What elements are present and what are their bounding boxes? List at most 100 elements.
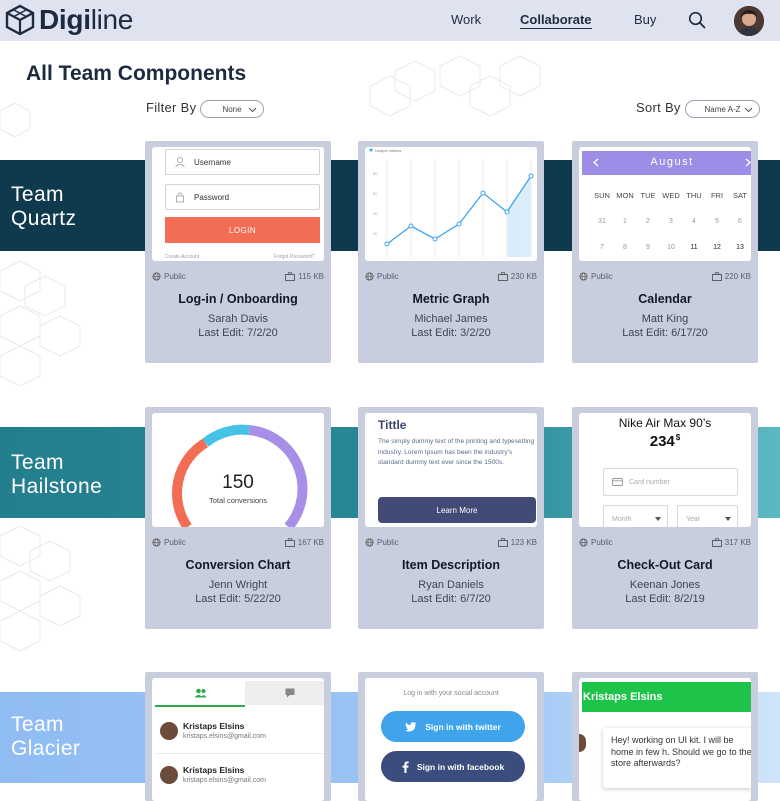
calendar-weekdays: SUN MON TUE WED THU FRI SAT (594, 191, 748, 200)
visibility-badge: Public (365, 538, 399, 547)
people-icon (194, 688, 207, 698)
page-title: All Team Components (26, 62, 247, 85)
line-chart-thumbnail: Unique visitors 80 60 40 20 (369, 148, 534, 257)
card-author: Keenan Jones (629, 579, 701, 591)
globe-icon (579, 538, 588, 547)
social-login-hint: Log in with your social account (403, 690, 499, 697)
calendar-header: August (582, 151, 751, 175)
chat-preview: Kristaps Elsins Hey! working on UI kit. … (579, 678, 751, 801)
chat-bubble-icon (285, 688, 295, 698)
card-title: Log-in / Onboarding (178, 292, 298, 306)
calendar-week-row: 7 8 9 10 11 12 13 (600, 244, 744, 251)
team-name-quartz: Team Quartz (11, 183, 77, 230)
team-name-hailstone: Team Hailstone (11, 451, 103, 498)
card-last-edit: Last Edit: 8/2/19 (625, 593, 705, 605)
contact-avatar (160, 766, 178, 784)
user-avatar[interactable] (734, 6, 764, 36)
card-author: Jenn Wright (208, 579, 268, 591)
tab-people (155, 681, 245, 707)
svg-text:60: 60 (373, 191, 378, 196)
file-size: 115 KB (285, 272, 324, 281)
conversion-value: 150 (222, 472, 254, 493)
create-account-link: Create Account (165, 254, 200, 260)
chat-message-bubble: Hey! working on UI kit. I will be home i… (603, 728, 751, 788)
user-icon (175, 156, 185, 168)
product-price: 234$ (649, 433, 681, 450)
component-card-login[interactable]: Username Password LOGIN Create Account F… (145, 141, 331, 363)
globe-icon (579, 272, 588, 281)
component-card-social-login[interactable]: Log in with your social account Sign in … (358, 672, 544, 801)
file-size: 167 KB (284, 538, 324, 547)
item-body-text: The simply dummy text of the printing an… (378, 438, 535, 466)
component-card-checkout[interactable]: Nike Air Max 90’s 234$ Card number Month… (572, 407, 758, 629)
briefcase-icon (285, 272, 296, 281)
checkout-preview: Nike Air Max 90’s 234$ Card number Month… (579, 413, 751, 527)
login-preview: Username Password LOGIN Create Account F… (152, 147, 324, 261)
sort-dropdown[interactable]: Name A-Z (685, 100, 760, 118)
lock-icon (176, 192, 184, 203)
card-author: Matt King (641, 313, 689, 325)
card-last-edit: Last Edit: 7/2/20 (198, 327, 278, 339)
component-card-contacts[interactable]: Kristaps Elsins kristaps.elsins@gmail.co… (145, 672, 331, 801)
twitter-signin-button: Sign in with twitter (381, 711, 525, 742)
chat-avatar (579, 734, 586, 752)
card-title: Check-Out Card (617, 558, 713, 572)
visibility-badge: Public (152, 272, 186, 281)
filter-dropdown[interactable]: None (200, 100, 264, 118)
visibility-badge: Public (365, 272, 399, 281)
svg-text:80: 80 (373, 171, 378, 176)
chevron-down-icon (248, 107, 257, 113)
svg-text:20: 20 (373, 231, 378, 236)
sort-by-label: Sort By (636, 100, 681, 115)
card-author: Ryan Daniels (418, 579, 484, 591)
donut-gauge-thumbnail: 150 Total conversions (171, 424, 308, 527)
nav-buy[interactable]: Buy (634, 12, 656, 27)
globe-icon (152, 538, 161, 547)
file-size: 123 KB (497, 538, 537, 547)
nav-collaborate[interactable]: Collaborate (520, 12, 592, 29)
nav-work[interactable]: Work (451, 12, 481, 27)
username-field: Username (165, 149, 320, 175)
file-size: 220 KB (711, 272, 751, 281)
login-button: LOGIN (165, 217, 320, 243)
component-card-metric-graph[interactable]: Unique visitors 80 60 40 20 Public 230 K… (358, 141, 544, 363)
card-last-edit: Last Edit: 5/22/20 (195, 593, 281, 605)
contact-avatar (160, 722, 178, 740)
conversion-label: Total conversions (209, 496, 267, 505)
component-card-conversion-chart[interactable]: 150 Total conversions Public 167 KB Conv… (145, 407, 331, 629)
metric-graph-preview: Unique visitors 80 60 40 20 (365, 147, 537, 261)
item-heading: Tittle (378, 418, 407, 432)
globe-icon (365, 272, 374, 281)
component-card-calendar[interactable]: August SUN MON TUE WED THU FRI SAT 31 1 2 3 4 5 6 78… (572, 141, 758, 363)
avatar-photo-icon (734, 6, 764, 36)
caret-down-icon (655, 517, 661, 521)
card-last-edit: Last Edit: 3/2/20 (411, 327, 491, 339)
card-number-field: Card number (603, 468, 738, 496)
chat-header-name: Kristaps Elsins (582, 682, 751, 712)
component-card-item-description[interactable]: Tittle The simply dummy text of the prin… (358, 407, 544, 629)
card-author: Michael James (414, 313, 488, 325)
top-navigation-bar: Digiline Work Collaborate Buy (0, 0, 780, 41)
file-size: 317 KB (711, 538, 751, 547)
component-card-chat[interactable]: Kristaps Elsins Hey! working on UI kit. … (572, 672, 758, 801)
briefcase-icon (711, 272, 722, 281)
product-name: Nike Air Max 90’s (618, 416, 712, 430)
tab-messages (245, 681, 324, 705)
divider (155, 753, 324, 754)
search-icon[interactable] (688, 11, 706, 29)
chevron-down-icon (744, 107, 753, 113)
calendar-preview: August SUN MON TUE WED THU FRI SAT 31 1 2 3 4 5 6 78… (579, 147, 751, 261)
logo[interactable]: Digiline (4, 4, 133, 36)
chevron-left-icon (593, 158, 599, 167)
calendar-week-row: 31 1 2 3 4 5 6 (598, 218, 742, 225)
calendar-month: August (650, 156, 694, 168)
visibility-badge: Public (579, 272, 613, 281)
contacts-tabbar (155, 681, 324, 707)
item-description-preview: Tittle The simply dummy text of the prin… (365, 413, 537, 527)
card-title: Calendar (638, 292, 692, 306)
credit-card-icon (612, 478, 623, 486)
card-title: Conversion Chart (185, 558, 291, 572)
visibility-badge: Public (152, 538, 186, 547)
logo-text: Digiline (39, 4, 134, 35)
filter-by-label: Filter By (146, 100, 197, 115)
